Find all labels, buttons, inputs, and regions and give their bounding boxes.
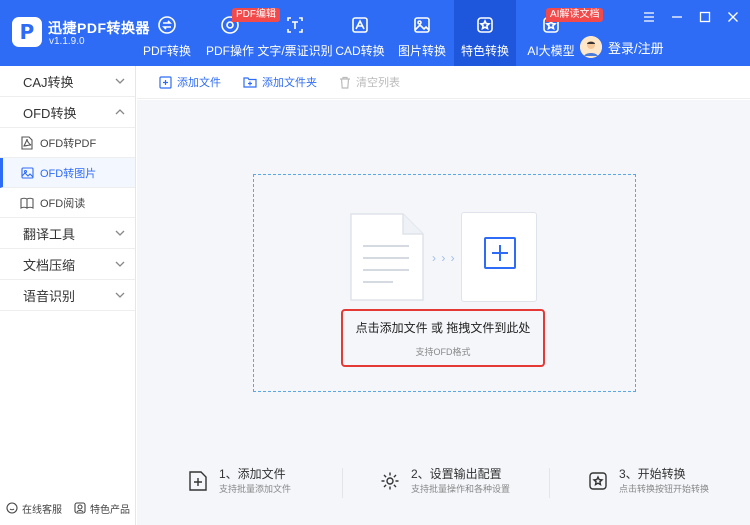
clear-list-button[interactable]: 清空列表 [339,74,400,90]
chevron-down-icon [115,230,125,236]
avatar [580,36,602,58]
headset-icon [6,502,18,514]
drop-hint-highlight: 点击添加文件 或 拖拽文件到此处 支持OFD格式 [341,309,545,367]
sidebar-item-ofd-to-image[interactable]: OFD转图片 [0,158,135,188]
step-divider [342,468,343,498]
book-icon [20,196,34,210]
sidebar-footer: 在线客服 特色产品 [0,491,136,525]
add-file-button[interactable]: 添加文件 [159,74,221,90]
step-start-convert: 3、开始转换 点击转换按钮开始转换 [587,466,709,496]
add-file-card[interactable] [461,212,537,302]
online-service-button[interactable]: 在线客服 [6,501,62,516]
add-folder-button[interactable]: 添加文件夹 [243,74,317,90]
top-nav: PDF转换 PDF编辑 PDF操作 文字/票证识别 CAD转换 图片转换 特色转… [134,0,604,66]
special-convert-icon [474,14,496,36]
image-convert-icon [411,14,433,36]
nav-image-convert[interactable]: 图片转换 [390,0,454,66]
document-icon [349,212,425,302]
app-logo: P [12,17,42,47]
minimize-icon[interactable] [666,8,688,26]
gear-icon [379,470,401,492]
featured-products-button[interactable]: 特色产品 [74,501,130,516]
add-folder-icon [243,77,257,88]
product-icon [74,502,86,514]
main-area: › › › 点击添加文件 或 拖拽文件到此处 支持OFD格式 1、添加文件 支持… [137,100,750,525]
step-divider [549,468,550,498]
sidebar: CAJ转换 OFD转换 OFD转PDF OFD转图片 OFD阅读 翻译工具 文档… [0,66,136,525]
add-file-icon [159,75,172,89]
steps-guide: 1、添加文件 支持批量添加文件 2、设置输出配置 支持批量操作和各种设置 3、开… [137,466,750,502]
step-add-file: 1、添加文件 支持批量添加文件 [187,466,291,496]
plus-icon [484,237,516,269]
chevron-down-icon [115,78,125,84]
file-drop-zone[interactable]: › › › 点击添加文件 或 拖拽文件到此处 支持OFD格式 [253,174,636,392]
ocr-icon [284,14,306,36]
cad-icon [349,14,371,36]
nav-ai-model[interactable]: AI解读文档 AI大模型 [516,0,604,66]
maximize-icon[interactable] [694,8,716,26]
add-doc-icon [187,470,209,492]
sidebar-group-translate[interactable]: 翻译工具 [0,218,135,249]
header-bar: P 迅捷PDF转换器 v1.1.9.0 PDF转换 PDF编辑 PDF操作 文字… [0,0,750,66]
image-file-icon [20,166,34,180]
chevron-down-icon [115,261,125,267]
nav-cad-convert[interactable]: CAD转换 [330,0,390,66]
sidebar-group-ofd[interactable]: OFD转换 [0,97,135,128]
toolbar: 添加文件 添加文件夹 清空列表 [137,66,750,99]
nav-pdf-convert[interactable]: PDF转换 [134,0,200,66]
sidebar-group-compress[interactable]: 文档压缩 [0,249,135,280]
step-output-settings: 2、设置输出配置 支持批量操作和各种设置 [379,466,510,496]
pdf-convert-icon [156,14,178,36]
convert-icon [587,470,609,492]
close-icon[interactable] [722,8,744,26]
sidebar-item-ofd-to-pdf[interactable]: OFD转PDF [0,128,135,158]
supported-format-text: 支持OFD格式 [415,347,471,357]
nav-pdf-operate[interactable]: PDF编辑 PDF操作 [200,0,280,66]
chevron-up-icon [115,109,125,115]
nav-badge-ai-doc: AI解读文档 [546,8,604,22]
nav-special-convert[interactable]: 特色转换 [454,0,516,66]
sidebar-group-speech[interactable]: 语音识别 [0,280,135,311]
menu-icon[interactable] [638,8,660,26]
sidebar-item-ofd-reader[interactable]: OFD阅读 [0,188,135,218]
window-controls [632,8,744,26]
login-button[interactable]: 登录/注册 [580,36,664,58]
arrows-icon: › › › [432,251,456,265]
sidebar-group-caj[interactable]: CAJ转换 [0,66,135,97]
app-version: v1.1.9.0 [49,36,85,47]
chevron-down-icon [115,292,125,298]
nav-ocr[interactable]: 文字/票证识别 [257,0,333,66]
pdf-file-icon [20,135,34,150]
drop-hint-text: 点击添加文件 或 拖拽文件到此处 [355,321,531,335]
trash-icon [340,76,350,89]
